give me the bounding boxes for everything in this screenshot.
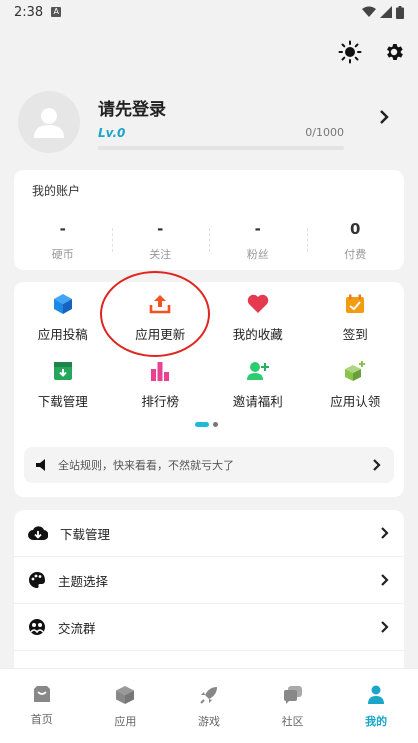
feature-label: 签到 [342, 327, 368, 342]
tab-mine[interactable]: 我的 [334, 669, 418, 743]
box-icon [116, 686, 135, 704]
chat-icon [283, 686, 302, 704]
profile-header[interactable]: 请先登录 Lv.0 0/1000 [18, 90, 398, 154]
add-user-icon [246, 359, 270, 383]
account-title: 我的账户 [32, 184, 81, 198]
exp-progress-bar [98, 145, 344, 150]
feature-grid: 应用投稿 应用更新 我的收藏 签到 下载管理 排行榜 邀请福利 应用认领 [14, 292, 404, 410]
tab-label: 游戏 [197, 715, 220, 728]
bottom-tab-bar: 首页 应用 游戏 社区 我的 [0, 668, 418, 743]
feature-app-update[interactable]: 应用更新 [112, 292, 210, 343]
upload-icon [148, 292, 172, 316]
menu-label: 下载管理 [60, 526, 111, 542]
stat-following[interactable]: - 关注 [111, 220, 210, 262]
feature-submit-app[interactable]: 应用投稿 [14, 292, 112, 343]
menu-label: 交流群 [58, 620, 96, 636]
sun-icon[interactable] [336, 38, 364, 66]
chevron-right-icon[interactable] [378, 110, 390, 124]
feature-check-in[interactable]: 签到 [307, 292, 405, 343]
stat-value: - [254, 220, 261, 238]
feature-label: 应用投稿 [37, 327, 88, 342]
feature-label: 我的收藏 [232, 327, 283, 342]
chevron-right-icon [381, 574, 389, 586]
cube-plus-icon [343, 359, 367, 383]
chevron-right-icon [381, 527, 389, 539]
stat-value: 0 [350, 220, 361, 238]
status-icons [362, 5, 404, 19]
features-card: 应用投稿 应用更新 我的收藏 签到 下载管理 排行榜 邀请福利 应用认领 全站规… [14, 271, 404, 497]
battery-icon [396, 5, 404, 19]
gear-icon[interactable] [380, 38, 408, 66]
stat-coins[interactable]: - 硬币 [14, 220, 112, 262]
person-icon [368, 685, 385, 704]
feature-label: 下载管理 [37, 394, 88, 409]
tab-games[interactable]: 游戏 [167, 669, 251, 743]
feature-leaderboard[interactable]: 排行榜 [112, 359, 210, 410]
feature-label: 排行榜 [141, 394, 179, 409]
notice-text: 全站规则，快来看看，不然就亏大了 [58, 459, 234, 472]
menu-label: 主题选择 [58, 573, 109, 589]
calendar-check-icon [343, 292, 367, 316]
stat-label: 关注 [149, 248, 172, 261]
tab-community[interactable]: 社区 [251, 669, 335, 743]
menu-theme-select[interactable]: 主题选择 [14, 557, 404, 604]
avatar[interactable] [18, 91, 80, 153]
feature-download-manager[interactable]: 下载管理 [14, 359, 112, 410]
notification-icon: A [51, 7, 62, 17]
download-box-icon [51, 359, 75, 383]
rocket-icon [200, 687, 217, 704]
stat-label: 硬币 [51, 248, 74, 261]
page-dot [213, 422, 218, 427]
account-stats: - 硬币 - 关注 - 粉丝 0 付费 [14, 220, 404, 262]
settings-menu: 下载管理 主题选择 交流群 [14, 510, 404, 670]
tab-label: 应用 [114, 715, 137, 728]
feature-label: 应用更新 [135, 327, 186, 342]
feature-invite-rewards[interactable]: 邀请福利 [209, 359, 307, 410]
feature-claim-app[interactable]: 应用认领 [307, 359, 405, 410]
group-icon [29, 619, 45, 635]
tab-label: 首页 [30, 713, 53, 726]
level-row: Lv.0 0/1000 [98, 126, 344, 140]
tab-label: 我的 [365, 715, 388, 728]
chevron-right-icon [373, 459, 381, 471]
tab-home[interactable]: 首页 [0, 669, 84, 743]
feature-label: 邀请福利 [232, 394, 283, 409]
stat-paid[interactable]: 0 付费 [306, 220, 405, 262]
page-dot-active [195, 422, 209, 427]
feature-label: 应用认领 [330, 394, 381, 409]
person-placeholder-icon [34, 108, 64, 138]
chevron-right-icon [381, 621, 389, 633]
feature-favorites[interactable]: 我的收藏 [209, 292, 307, 343]
stat-label: 粉丝 [246, 248, 269, 261]
stat-label: 付费 [344, 248, 367, 261]
login-prompt[interactable]: 请先登录 [98, 95, 398, 120]
top-actions [336, 38, 408, 66]
profile-info: 请先登录 Lv.0 0/1000 [98, 95, 398, 150]
stat-followers[interactable]: - 粉丝 [209, 220, 307, 262]
signal-icon [380, 6, 392, 18]
notice-bar[interactable]: 全站规则，快来看看，不然就亏大了 [24, 447, 394, 483]
menu-chat-group[interactable]: 交流群 [14, 604, 404, 651]
cube-icon [51, 292, 75, 316]
status-bar: 2:38 A [0, 0, 418, 24]
cloud-download-icon [28, 526, 48, 541]
speaker-icon [36, 459, 45, 471]
heart-icon [246, 292, 270, 316]
tab-apps[interactable]: 应用 [84, 669, 168, 743]
menu-download-manager[interactable]: 下载管理 [14, 510, 404, 557]
palette-icon [29, 572, 45, 588]
account-card: 我的账户 - 硬币 - 关注 - 粉丝 0 付费 [14, 170, 404, 270]
stat-value: - [157, 220, 164, 238]
exp-label: 0/1000 [305, 126, 344, 139]
home-icon [33, 686, 50, 702]
wifi-icon [362, 6, 376, 17]
level-label: Lv.0 [98, 125, 126, 140]
status-time: 2:38 [14, 4, 44, 20]
bar-chart-icon [148, 359, 172, 383]
stat-value: - [59, 220, 66, 238]
page-indicator [195, 422, 218, 427]
tab-label: 社区 [281, 715, 304, 728]
